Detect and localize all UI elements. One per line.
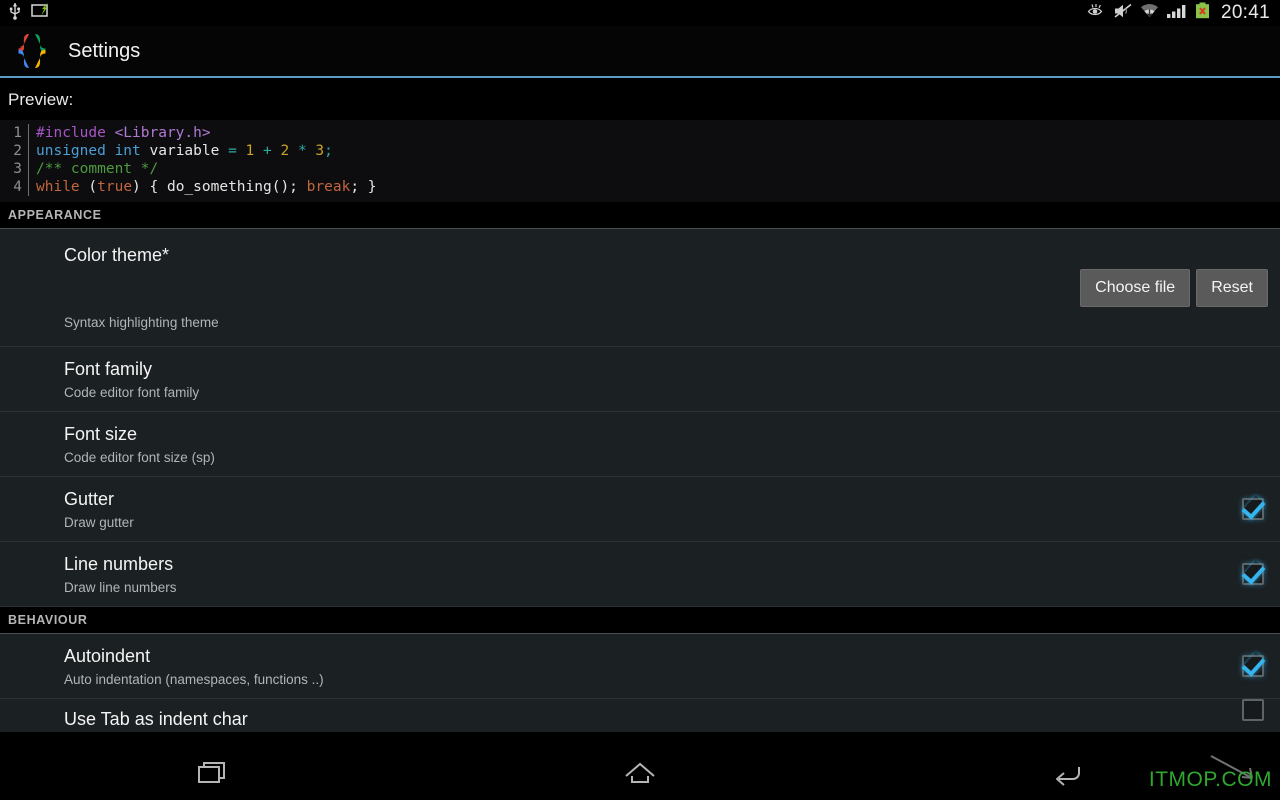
code-token: 1 (245, 143, 264, 159)
pref-text: Gutter Draw gutter (64, 478, 1228, 541)
section-header-behaviour: BEHAVIOUR (0, 607, 1280, 634)
pref-text: Use Tab as indent char (64, 699, 1228, 732)
home-button[interactable] (585, 750, 695, 800)
code-token: while (36, 179, 89, 195)
battery-error-icon (1195, 2, 1210, 24)
watermark-arrow-icon (1206, 751, 1266, 790)
code-token: true (97, 179, 133, 195)
recents-icon (196, 758, 230, 793)
code-token: /** comment */ (36, 161, 159, 177)
pref-row-font-family[interactable]: Font family Code editor font family (0, 347, 1280, 412)
status-bar-right-icons: 20:41 (1087, 2, 1270, 24)
code-token: ) { do_something(); (132, 179, 307, 195)
code-token: ; (324, 143, 333, 159)
action-bar: Settings (0, 26, 1280, 78)
pref-title: Line numbers (64, 553, 174, 574)
code-line-text: while (true) { do_something(); break; } (28, 178, 1280, 196)
navigation-bar: ITMOP.COM (0, 750, 1280, 800)
code-token: 2 (280, 143, 298, 159)
pref-text: Font family Code editor font family (64, 348, 1264, 411)
code-token: int (114, 143, 150, 159)
code-line-text: unsigned int variable = 1 + 2 * 3; (28, 142, 1280, 160)
code-token: ; } (350, 179, 377, 195)
code-line-number: 1 (13, 125, 22, 141)
back-icon (1049, 758, 1085, 793)
pref-title: Color theme* (64, 245, 170, 265)
wifi-icon (1140, 3, 1159, 24)
pref-row-color-theme[interactable]: Color theme* Syntax highlighting theme Cho… (0, 229, 1280, 347)
pref-row-font-size[interactable]: Font size Code editor font size (sp) (0, 412, 1280, 477)
pref-summary: Code editor font family (64, 384, 200, 400)
preview-label: Preview: (8, 90, 74, 109)
pref-text: Autoindent Auto indentation (namespaces, … (64, 635, 1228, 698)
back-button[interactable] (1012, 750, 1122, 800)
pref-title: Autoindent (64, 645, 151, 666)
screencast-icon (31, 2, 52, 24)
section-header-appearance: APPEARANCE (0, 202, 1280, 229)
code-token: + (263, 143, 281, 159)
signal-icon (1166, 3, 1188, 24)
settings-list: APPEARANCE Color theme* Syntax highlightin… (0, 202, 1280, 732)
code-line-number: 3 (13, 161, 22, 177)
checkbox-autoindent[interactable] (1242, 655, 1264, 677)
pref-title: Gutter (64, 488, 115, 509)
status-bar-left-icons (8, 2, 52, 25)
pref-row-use-tab-as-indent-char[interactable]: Use Tab as indent char (0, 699, 1280, 732)
checkbox-use-tab-as-indent-char[interactable] (1242, 699, 1264, 721)
page-title: Settings (68, 39, 141, 62)
code-token: unsigned (36, 143, 115, 159)
pref-summary: Code editor font size (sp) (64, 449, 215, 465)
preview-block: Preview: 1 #include <Library.h> 2 unsigned … (0, 78, 1280, 202)
mute-icon (1113, 3, 1133, 24)
reset-button[interactable]: Reset (1196, 268, 1268, 307)
code-line: 2 unsigned int variable = 1 + 2 * 3; (0, 142, 1280, 160)
code-token: variable (149, 143, 229, 159)
pref-title: Font size (64, 423, 138, 444)
home-icon (622, 758, 658, 793)
pref-summary: Draw gutter (64, 514, 134, 530)
pref-row-line-numbers[interactable]: Line numbers Draw line numbers (0, 542, 1280, 607)
pref-row-gutter[interactable]: Gutter Draw gutter (0, 477, 1280, 542)
code-token: #include (36, 125, 115, 141)
pref-text: Line numbers Draw line numbers (64, 543, 1228, 606)
checkbox-line-numbers[interactable] (1242, 563, 1264, 585)
checkbox-gutter[interactable] (1242, 498, 1264, 520)
watermark: ITMOP.COM (1148, 768, 1272, 791)
code-line-text: #include <Library.h> (28, 124, 1280, 142)
code-token: * (297, 143, 316, 159)
usb-icon (8, 2, 22, 25)
theme-buttons: Choose file Reset (1080, 268, 1268, 307)
pref-title: Font family (64, 358, 153, 379)
pref-title: Use Tab as indent char (64, 709, 248, 729)
pref-summary: Auto indentation (namespaces, functions … (64, 671, 324, 687)
pref-summary: Syntax highlighting theme (64, 315, 219, 330)
braces-logo-icon (12, 31, 56, 71)
code-token: 3 (315, 143, 325, 159)
code-line: 1 #include <Library.h> (0, 124, 1280, 142)
code-token: = (228, 143, 246, 159)
recents-button[interactable] (158, 750, 268, 800)
pref-text: Color theme* Syntax highlighting theme (64, 229, 1068, 346)
code-preview: 1 #include <Library.h> 2 unsigned int varia… (0, 120, 1280, 202)
status-bar: 20:41 (0, 0, 1280, 26)
pref-row-autoindent[interactable]: Autoindent Auto indentation (namespaces, … (0, 634, 1280, 699)
code-line-number: 4 (13, 179, 22, 195)
pref-text: Font size Code editor font size (sp) (64, 413, 1264, 476)
status-bar-clock: 20:41 (1220, 2, 1270, 23)
code-line: 3 /** comment */ (0, 160, 1280, 178)
code-line: 4 while (true) { do_something(); break; } (0, 178, 1280, 196)
code-token: break (306, 179, 351, 195)
choose-file-button[interactable]: Choose file (1080, 268, 1191, 307)
eye-icon (1087, 3, 1106, 23)
code-token: ( (88, 179, 98, 195)
code-line-text: /** comment */ (28, 160, 1280, 178)
code-token: <Library.h> (114, 125, 211, 141)
pref-summary: Draw line numbers (64, 579, 177, 595)
code-line-number: 2 (13, 143, 22, 159)
